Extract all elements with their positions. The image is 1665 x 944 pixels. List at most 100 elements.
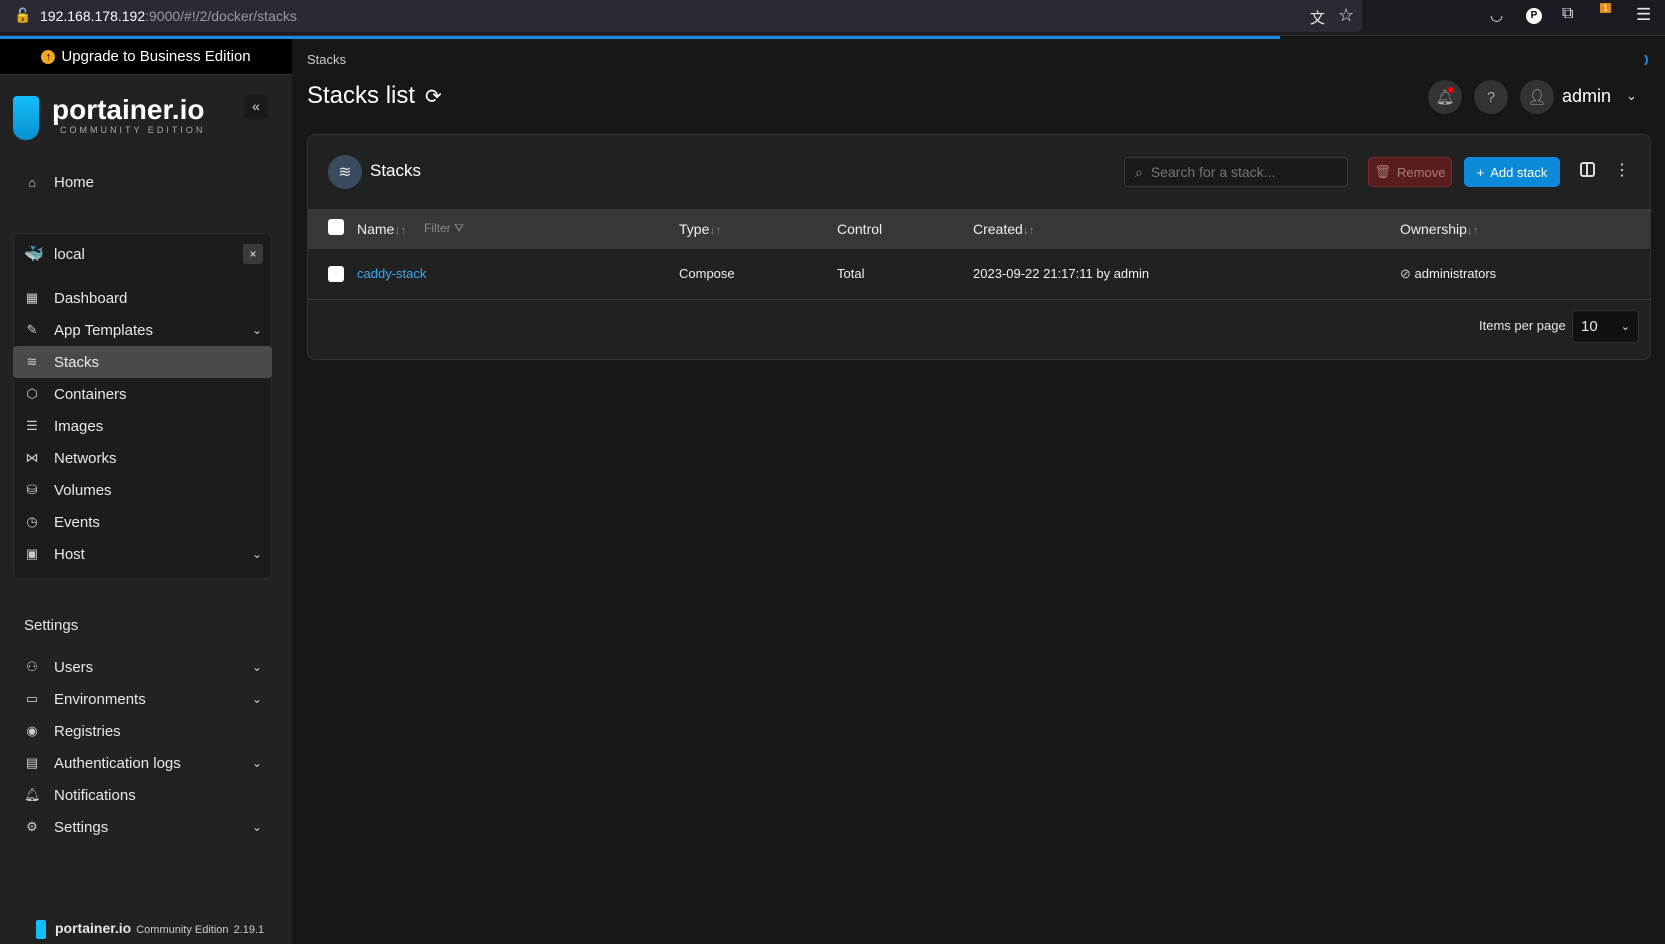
gear-icon: ⚙ [24,819,40,835]
sidebar-item-app-templates[interactable]: ✎App Templates⌄ [24,314,262,346]
remove-label: Remove [1397,165,1445,180]
extensions-icon[interactable]: ⧉ [1562,5,1573,23]
card-title: Stacks [370,161,421,181]
divider [308,299,1650,300]
url-text[interactable]: 192.168.178.192:9000/#!/2/docker/stacks [40,8,297,24]
footer-logo-text: portainer.io [55,920,131,936]
sidebar-item-home[interactable]: ⌂Home [24,166,262,198]
stack-type: Compose [679,266,735,281]
column-ownership[interactable]: Ownership↓↑ [1400,221,1479,237]
collapse-sidebar-button[interactable]: « [244,95,268,119]
column-name[interactable]: Name↓↑ [357,221,406,237]
chevron-down-icon[interactable]: ⌄ [252,547,262,561]
profile-p-icon[interactable]: P [1526,8,1542,24]
stack-control: Total [837,266,864,281]
sidebar-item-label: Registries [54,723,121,740]
sidebar-item-notifications[interactable]: 🔔︎Notifications [24,779,262,811]
sidebar-item-label: Users [54,659,93,676]
user-avatar[interactable]: 👤︎ [1520,80,1554,114]
stack-name-link[interactable]: caddy-stack [357,266,426,281]
chevron-down-icon[interactable]: ⌄ [252,820,262,834]
sidebar-item-label: Containers [54,386,127,403]
sort-icon: ↓↑ [1467,223,1479,237]
arrow-up-icon: ↑ [41,50,55,64]
logo-text[interactable]: portainer.io [52,94,204,126]
column-control: Control [837,221,882,237]
sidebar-item-stacks[interactable]: ≋Stacks [24,346,262,378]
ownership-label: administrators [1415,266,1497,281]
bookmark-star-icon[interactable]: ☆ [1338,5,1354,26]
name-filter[interactable]: Filter ⛛ [424,221,464,236]
clock-icon: ◷ [24,514,40,530]
chevron-down-icon[interactable]: ⌄ [252,692,262,706]
settings-heading: Settings [24,617,78,634]
columns-icon[interactable] [1580,162,1595,177]
sidebar-item-settings[interactable]: ⚙ Settings ⌄ [24,811,262,843]
trash-icon: 🗑︎ [1375,164,1392,180]
layers-icon: ≋ [328,155,362,189]
sidebar-item-label: Volumes [54,482,112,499]
environment-local: 🐳local [24,238,262,270]
box-icon: ⬡ [24,386,40,402]
chevron-down-icon[interactable]: ⌄ [252,323,262,337]
sidebar-item-environments[interactable]: ▭Environments⌄ [24,683,262,715]
upgrade-label: Upgrade to Business Edition [61,48,250,65]
more-options-icon[interactable]: ⋮ [1614,160,1630,180]
refresh-icon[interactable]: ⟳ [425,84,442,109]
column-type[interactable]: Type↓↑ [679,221,721,237]
sidebar-item-registries[interactable]: ◉Registries [24,715,262,747]
insecure-lock-icon[interactable]: 🔓 [14,7,31,24]
sidebar-item-label: Notifications [54,787,136,804]
notifications-button[interactable]: 🔔︎ [1428,80,1462,114]
sidebar-item-containers[interactable]: ⬡ Containers [24,378,262,410]
items-per-page-label: Items per page [1479,318,1566,333]
sidebar-item-label: Settings [54,819,108,836]
sidebar-item-users[interactable]: ⚇Users⌄ [24,651,262,683]
layout-icon: ▦ [24,290,40,306]
translate-icon[interactable]: 文 [1310,7,1325,28]
footer-version: 2.19.1 [234,924,265,936]
help-button[interactable]: ? [1474,80,1508,114]
sidebar-item-dashboard[interactable]: ▦Dashboard [24,282,262,314]
close-environment-button[interactable]: × [243,244,263,264]
home-icon: ⌂ [24,175,40,190]
column-ownership-label: Ownership [1400,221,1467,237]
upgrade-banner[interactable]: ↑ Upgrade to Business Edition [0,39,292,75]
stack-created: 2023-09-22 21:17:11 by admin [973,266,1149,281]
row-checkbox[interactable] [328,266,344,282]
sort-icon: ↓↑ [394,223,406,237]
column-created[interactable]: Created↓↑ [973,221,1035,237]
menu-icon[interactable]: ☰ [1636,5,1651,25]
sidebar-item-host[interactable]: ▣Host⌄ [24,538,262,570]
pocket-icon[interactable]: ◡ [1490,6,1503,24]
breadcrumb: Stacks [307,52,346,67]
sidebar-item-events[interactable]: ◷ Events [24,506,262,538]
footer-edition: Community Edition [136,924,228,936]
share-icon: ⋈ [24,450,40,466]
chevron-down-icon[interactable]: ⌄ [252,756,262,770]
extension-badge[interactable]: 1 [1600,3,1611,13]
items-per-page-select[interactable]: 10⌄ [1572,310,1639,343]
layers-icon: ≋ [24,354,40,370]
sidebar-item-volumes[interactable]: ⛁Volumes [24,474,262,506]
sidebar-item-label: App Templates [54,322,153,339]
sidebar-item-label: Images [54,418,103,435]
host-icon: ▣ [24,546,40,562]
sidebar-item-label: Networks [54,450,117,467]
chevron-down-icon[interactable]: ⌄ [1626,88,1637,104]
sidebar-item-images[interactable]: ☰Images [24,410,262,442]
help-icon: ? [1487,89,1495,106]
sidebar-item-label: Events [54,514,100,531]
search-box[interactable]: ⌕ [1124,157,1348,187]
chevron-down-icon: ⌄ [1621,320,1630,333]
search-input[interactable] [1151,164,1331,180]
sidebar-item-networks[interactable]: ⋈ Networks [24,442,262,474]
docker-icon: 🐳 [24,244,40,264]
footer-logo-icon [36,920,46,939]
select-all-checkbox[interactable] [328,219,344,235]
add-stack-button[interactable]: +Add stack [1464,157,1560,187]
chevron-down-icon[interactable]: ⌄ [252,660,262,674]
sidebar-item-authentication-logs[interactable]: ▤Authentication logs⌄ [24,747,262,779]
user-menu[interactable]: admin [1562,86,1611,107]
remove-button[interactable]: 🗑︎ Remove [1368,157,1452,187]
